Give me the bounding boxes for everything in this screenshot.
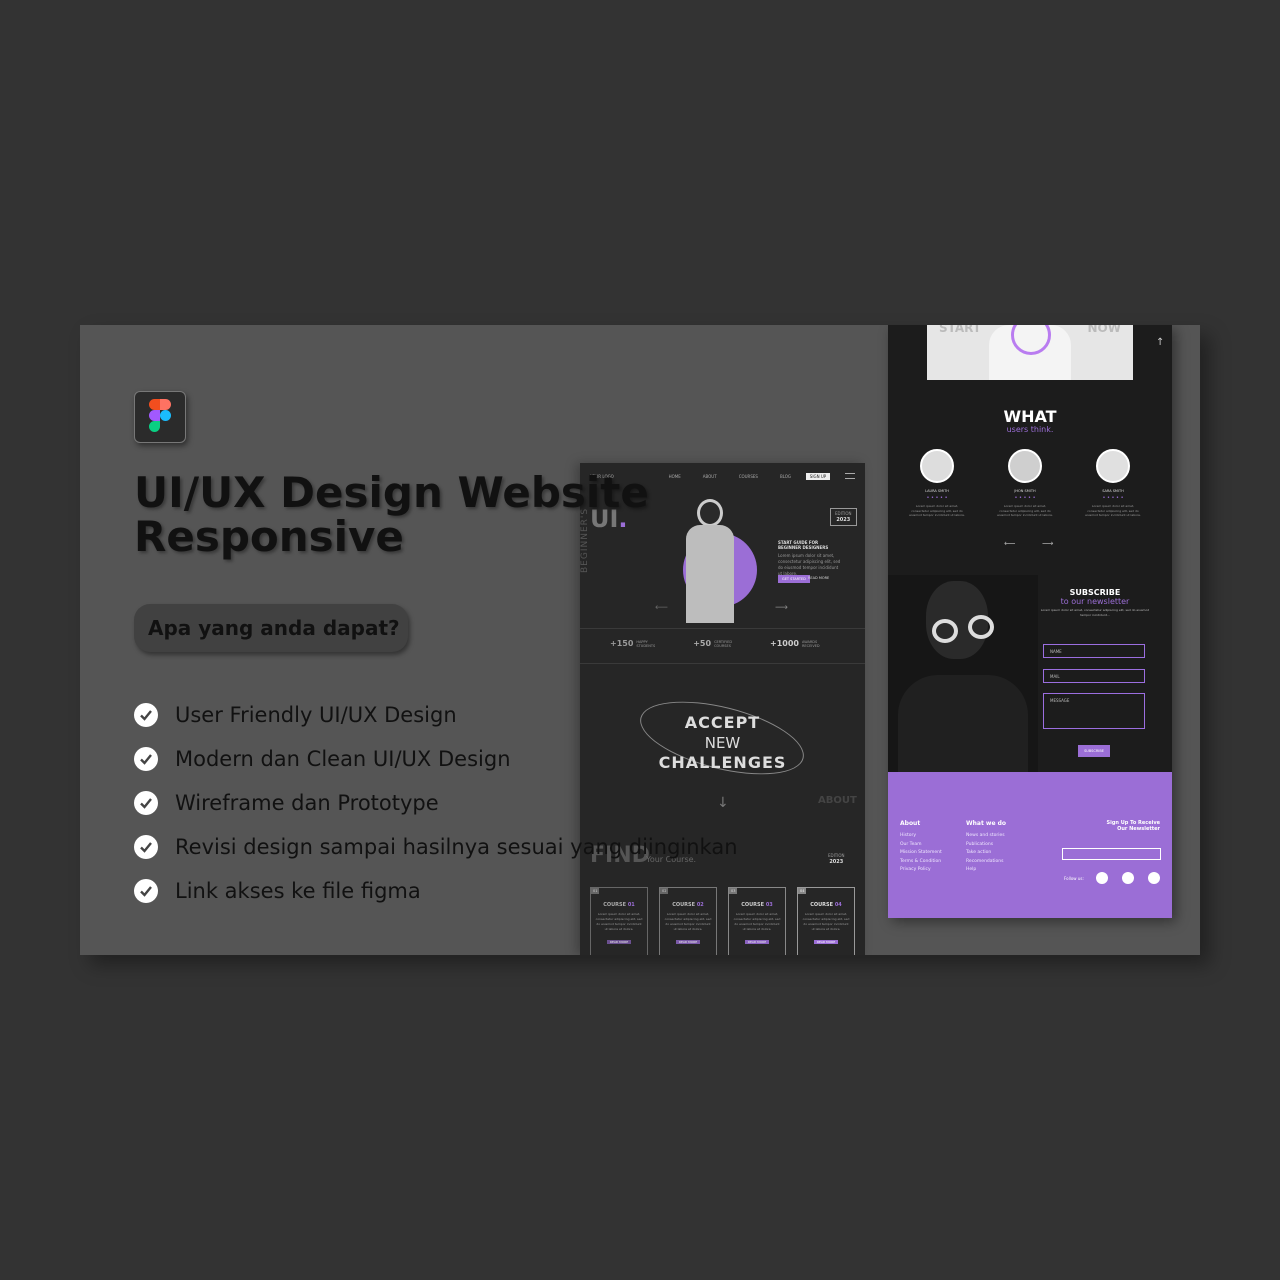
footer-email-field[interactable] (1062, 848, 1161, 860)
nav-item[interactable]: ABOUT (703, 474, 717, 479)
footer-link[interactable]: History (900, 832, 942, 841)
follow-label: Follow us: (1064, 876, 1084, 881)
footer-link[interactable]: Take action (966, 849, 1006, 858)
avatar (1096, 449, 1130, 483)
landing-mockup: START NOW ↑ WHAT users think. LAURA SMIT… (888, 325, 1172, 918)
footer-link[interactable]: News and stories (966, 832, 1006, 841)
nav-item[interactable]: COURSES (739, 474, 758, 479)
testimonial-card: JHON SMITH • • • • • Lorem ipsum dolor s… (996, 449, 1054, 518)
promo-card: UI/UX Design Website Responsive Apa yang… (80, 325, 1200, 955)
arrow-right-icon[interactable]: ⟶ (775, 603, 788, 613)
name-field[interactable]: NAME (1043, 644, 1145, 658)
nav-item[interactable]: BLOG (780, 474, 791, 479)
subtitle-pill: Apa yang anda dapat? (134, 604, 408, 652)
footer: About History Our Team Mission Statement… (888, 772, 1172, 918)
instagram-icon[interactable] (1122, 872, 1134, 884)
footer-link[interactable]: Recomendations (966, 858, 1006, 867)
footer-signup: Sign Up To Receive Our Newsletter (1106, 820, 1160, 832)
hero-title: START GUIDE FOR BEGINNER DESIGNERS (778, 540, 829, 550)
facebook-icon[interactable] (1096, 872, 1108, 884)
footer-link[interactable]: Privacy Policy (900, 866, 942, 875)
youtube-icon[interactable] (1148, 872, 1160, 884)
checkmark-icon (134, 791, 158, 815)
footer-link[interactable]: Publications (966, 841, 1006, 850)
feature-text: Wireframe dan Prototype (175, 791, 439, 815)
testimonial-card: LAURA SMITH • • • • • Lorem ipsum dolor … (908, 449, 966, 518)
what-subtitle: users think. (1006, 425, 1054, 434)
mail-field[interactable]: MAIL (1043, 669, 1145, 683)
edition-year: 2023 (836, 517, 851, 523)
feature-item: Modern dan Clean UI/UX Design (134, 737, 738, 781)
subscribe-subtitle: to our newsletter (1060, 597, 1130, 606)
what-title: WHAT (1003, 407, 1057, 426)
subscribe-title: SUBSCRIBE (1069, 588, 1121, 597)
menu-icon[interactable] (844, 473, 855, 479)
checkmark-icon (134, 879, 158, 903)
feature-item: Revisi design sampai hasilnya sesuai yan… (134, 825, 738, 869)
footer-about: About History Our Team Mission Statement… (900, 820, 942, 875)
feature-text: Modern dan Clean UI/UX Design (175, 747, 511, 771)
arrow-right-icon[interactable]: ⟶ (1042, 539, 1053, 548)
checkmark-icon (134, 835, 158, 859)
checkmark-icon (134, 703, 158, 727)
feature-text: Revisi design sampai hasilnya sesuai yan… (175, 835, 738, 859)
start-now-banner: START NOW (927, 325, 1133, 380)
course-card[interactable]: 04 COURSE 04 Lorem ipsum dolor sit amet,… (797, 887, 855, 955)
message-field[interactable]: MESSAGE (1043, 693, 1145, 729)
checkmark-icon (134, 747, 158, 771)
subscribe-section: SUBSCRIBE to our newsletter Lorem ipsum … (1038, 588, 1152, 617)
edition-box-2: EDITION 2023 (828, 853, 845, 865)
stat-item: +150 HAPPY STUDENTS (610, 639, 656, 648)
title-line-2: Responsive (134, 512, 404, 561)
footer-what: What we do News and stories Publications… (966, 820, 1006, 875)
stat-item: +50 CERTIFIED COURSES (693, 639, 733, 648)
title-line-1: UI/UX Design Website (134, 468, 649, 517)
avatar (1008, 449, 1042, 483)
footer-link[interactable]: Terms & Condition (900, 858, 942, 867)
stat-item: +1000 AWARDS RECEIVED (770, 639, 820, 648)
footer-link[interactable]: Help (966, 866, 1006, 875)
feature-item: User Friendly UI/UX Design (134, 693, 738, 737)
subscribe-body: Lorem ipsum dolor sit amet, consectetur … (1040, 608, 1150, 617)
testimonial-card: SARA SMITH • • • • • Lorem ipsum dolor s… (1084, 449, 1142, 518)
footer-link[interactable]: Our Team (900, 841, 942, 850)
stats-row: +150 HAPPY STUDENTS +50 CERTIFIED COURSES +1… (610, 639, 820, 648)
figma-logo-icon (134, 391, 186, 443)
avatar (920, 449, 954, 483)
signup-button[interactable]: SIGN UP (805, 472, 831, 480)
feature-text: Link akses ke file figma (175, 879, 421, 903)
hero-body: Lorem ipsum dolor sit amet, consectetur … (778, 553, 841, 576)
footer-link[interactable]: Mission Statement (900, 849, 942, 858)
feature-item: Wireframe dan Prototype (134, 781, 738, 825)
portrait-image (888, 575, 1038, 772)
feature-text: User Friendly UI/UX Design (175, 703, 457, 727)
feature-list: User Friendly UI/UX Design Modern dan Cl… (134, 693, 738, 913)
subscribe-button[interactable]: SUBSCRIBE (1078, 745, 1110, 757)
read-more-link[interactable]: READ MORE (808, 576, 829, 580)
arrow-up-icon[interactable]: ↑ (1156, 337, 1164, 348)
arrow-left-icon[interactable]: ⟵ (655, 603, 668, 613)
about-label: ABOUT (818, 795, 857, 806)
page-title: UI/UX Design Website Responsive (134, 471, 694, 559)
edition-box: EDITION 2023 (830, 508, 857, 526)
arrow-left-icon[interactable]: ⟵ (1004, 539, 1015, 548)
feature-item: Link akses ke file figma (134, 869, 738, 913)
testimonial-list: LAURA SMITH • • • • • Lorem ipsum dolor … (908, 449, 1142, 518)
get-started-button[interactable]: GET STARTED (778, 575, 810, 583)
